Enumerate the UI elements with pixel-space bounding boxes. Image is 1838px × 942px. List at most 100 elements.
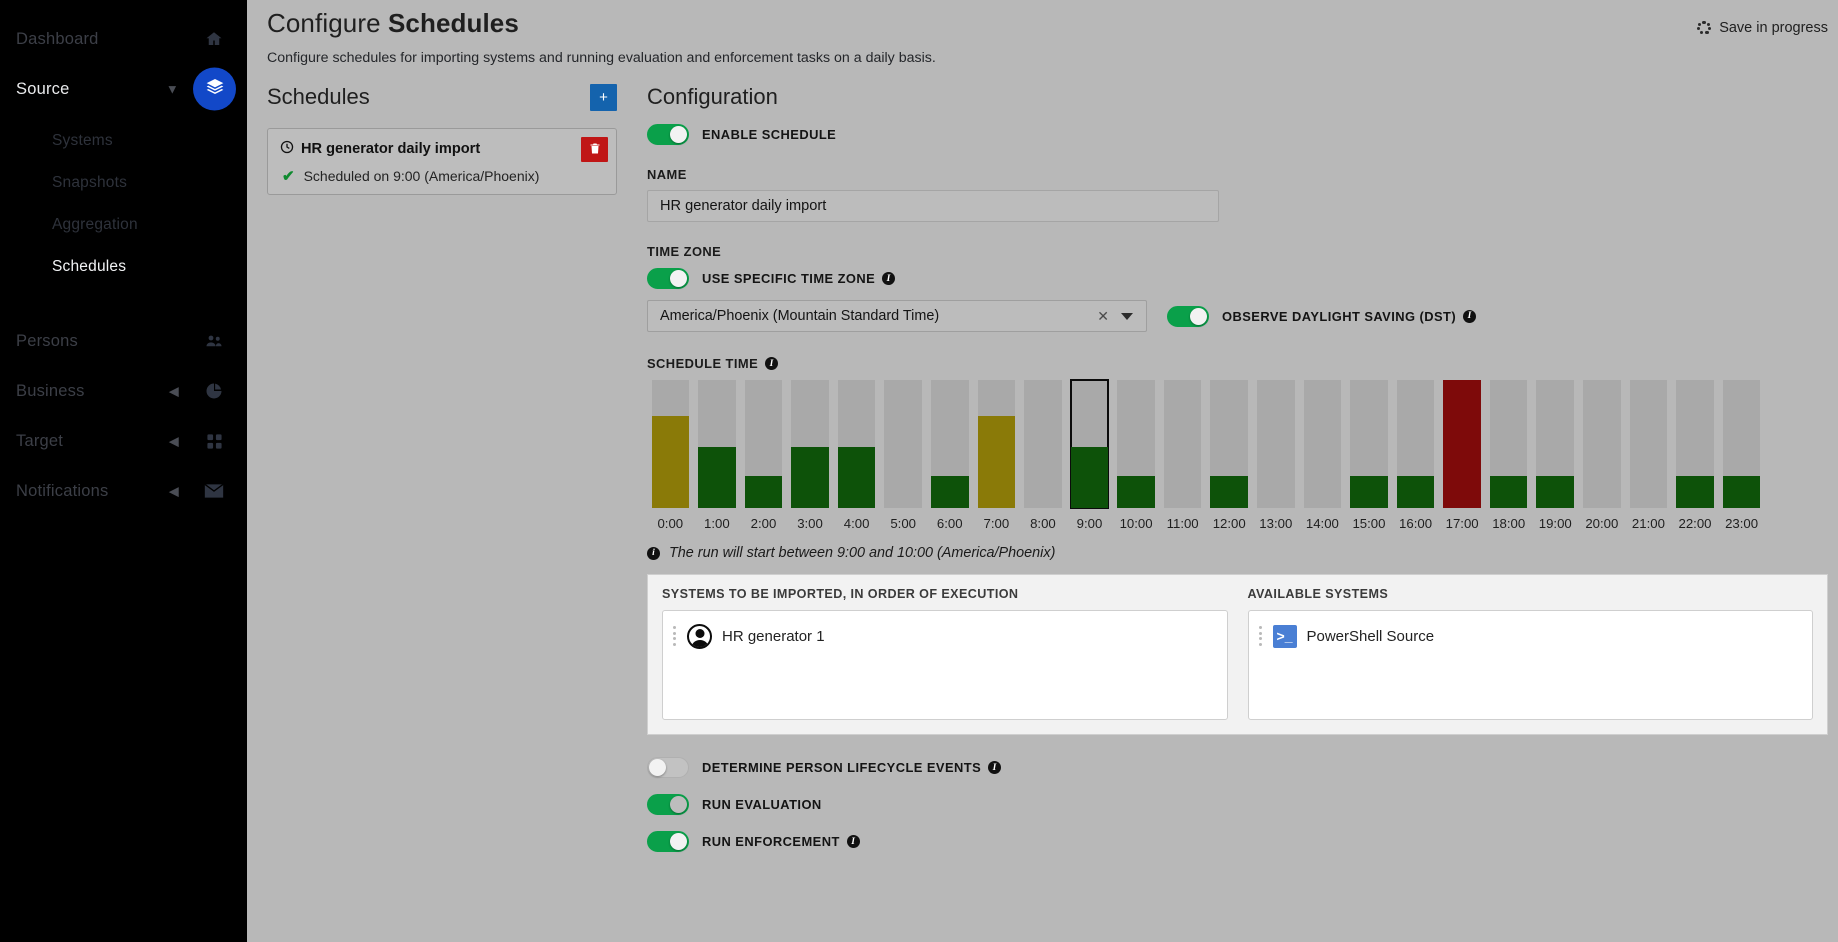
bar-track[interactable] <box>884 380 922 508</box>
run-window-note: i The run will start between 9:00 and 10… <box>647 545 1828 561</box>
bar-track[interactable] <box>1163 380 1202 508</box>
bar-track[interactable] <box>744 380 783 508</box>
delete-schedule-button[interactable] <box>581 137 608 162</box>
info-icon[interactable]: i <box>988 761 1002 774</box>
bar-column[interactable] <box>1532 380 1579 508</box>
selected-systems-list[interactable]: HR generator 1 <box>662 610 1228 720</box>
bar-track[interactable] <box>930 380 969 508</box>
bar-track[interactable] <box>1536 380 1575 508</box>
info-icon[interactable]: i <box>1463 309 1477 323</box>
bar-fill <box>977 415 1016 508</box>
bar-track[interactable] <box>651 380 690 508</box>
list-item[interactable]: >_ PowerShell Source <box>1258 620 1803 652</box>
sidebar-item-dashboard[interactable]: Dashboard <box>0 14 247 64</box>
sidebar-item-systems[interactable]: Systems <box>0 120 247 162</box>
enable-schedule-toggle[interactable] <box>647 124 689 145</box>
time-zone-select[interactable]: America/Phoenix (Mountain Standard Time)… <box>647 300 1147 332</box>
bar-track[interactable] <box>1350 380 1388 508</box>
sidebar-item-schedules[interactable]: Schedules <box>0 246 247 288</box>
bar-column[interactable] <box>880 380 927 508</box>
bar-track[interactable] <box>1117 380 1155 508</box>
bar-track[interactable] <box>1024 380 1062 508</box>
info-icon[interactable]: i <box>846 835 860 848</box>
add-schedule-button[interactable]: + <box>590 83 617 111</box>
sidebar-item-business[interactable]: Business ◀ <box>0 366 247 416</box>
list-item[interactable]: HR generator 1 <box>673 620 1217 652</box>
axis-tick-label: 22:00 <box>1678 516 1712 531</box>
bar-track[interactable] <box>1489 380 1528 508</box>
person-avatar-icon <box>687 623 712 649</box>
bar-track[interactable] <box>1629 380 1668 508</box>
bar-column[interactable] <box>1346 380 1393 508</box>
bar-column[interactable] <box>833 380 880 508</box>
bar-track[interactable] <box>698 380 736 508</box>
bar-column[interactable] <box>1299 380 1346 508</box>
toggle-knob <box>670 796 687 813</box>
available-systems-list[interactable]: >_ PowerShell Source <box>1247 610 1813 720</box>
bar-track[interactable] <box>1069 379 1110 509</box>
bar-column[interactable] <box>973 380 1020 508</box>
bar-track[interactable] <box>1676 380 1714 508</box>
bar-column[interactable] <box>647 380 694 508</box>
check-icon: ✔ <box>282 168 295 185</box>
info-icon[interactable]: i <box>765 357 779 370</box>
sidebar-item-label: Business <box>16 381 85 400</box>
option-label-text: Run evaluation <box>702 797 822 812</box>
bar-column[interactable] <box>1020 380 1067 508</box>
configuration-heading-row: Configuration <box>647 80 1828 114</box>
name-input[interactable] <box>647 190 1219 222</box>
chevron-down-icon[interactable] <box>1121 312 1133 320</box>
sidebar-item-persons[interactable]: Persons <box>0 316 247 366</box>
bar-column[interactable] <box>1439 380 1486 508</box>
schedule-list-item[interactable]: HR generator daily import ✔ Scheduled on… <box>267 128 617 195</box>
bar-column[interactable] <box>1672 380 1719 508</box>
sidebar-item-aggregation[interactable]: Aggregation <box>0 204 247 246</box>
bar-column[interactable] <box>787 380 834 508</box>
sidebar-item-snapshots[interactable]: Snapshots <box>0 162 247 204</box>
bar-track[interactable] <box>1443 380 1481 508</box>
bar-track[interactable] <box>1396 380 1435 508</box>
bar-column[interactable] <box>1485 380 1532 508</box>
sidebar-item-notifications[interactable]: Notifications ◀ <box>0 466 247 516</box>
bar-column[interactable] <box>1159 380 1206 508</box>
drag-handle-icon[interactable] <box>673 626 677 646</box>
bar-track[interactable] <box>1722 380 1761 508</box>
bar-column[interactable] <box>1718 380 1765 508</box>
run-evaluation-toggle[interactable] <box>647 794 689 815</box>
bar-fill <box>1210 476 1249 508</box>
bar-track[interactable] <box>977 380 1016 508</box>
bar-track[interactable] <box>1210 380 1249 508</box>
bar-column[interactable] <box>1066 379 1113 509</box>
bar-column[interactable] <box>1625 380 1672 508</box>
toggle-knob <box>670 270 687 287</box>
bar-track[interactable] <box>1583 380 1621 508</box>
bar-column[interactable] <box>1113 380 1160 508</box>
bar-column[interactable] <box>1392 380 1439 508</box>
main-content: Configure Schedules Configure schedules … <box>247 0 1838 942</box>
determine-person-lifecycle-events-toggle[interactable] <box>647 757 689 778</box>
sidebar-item-label: Notifications <box>16 481 109 500</box>
sidebar-item-source[interactable]: Source ▼ <box>0 64 247 114</box>
bar-track[interactable] <box>791 380 829 508</box>
sidebar-item-target[interactable]: Target ◀ <box>0 416 247 466</box>
use-specific-time-zone-toggle[interactable] <box>647 268 689 289</box>
bar-track[interactable] <box>837 380 876 508</box>
bar-column[interactable] <box>740 380 787 508</box>
clear-x-icon[interactable]: ✕ <box>1097 308 1109 325</box>
info-icon[interactable]: i <box>882 272 896 285</box>
schedules-heading: Schedules <box>267 84 370 109</box>
selected-systems-caption: Systems to be imported, in order of exec… <box>662 587 1019 601</box>
bar-track[interactable] <box>1257 380 1295 508</box>
bar-column[interactable] <box>1206 380 1253 508</box>
people-icon <box>203 330 225 352</box>
run-enforcement-toggle[interactable] <box>647 831 689 852</box>
observe-dst-toggle[interactable] <box>1167 305 1209 327</box>
bottom-options: Determine person lifecycle events i Run … <box>647 757 1828 852</box>
bar-track[interactable] <box>1303 380 1342 508</box>
bar-column[interactable] <box>926 380 973 508</box>
use-specific-time-zone-text: Use specific time zone <box>702 271 876 286</box>
bar-column[interactable] <box>694 380 741 508</box>
drag-handle-icon[interactable] <box>1258 626 1263 646</box>
bar-column[interactable] <box>1579 380 1626 508</box>
bar-column[interactable] <box>1253 380 1300 508</box>
